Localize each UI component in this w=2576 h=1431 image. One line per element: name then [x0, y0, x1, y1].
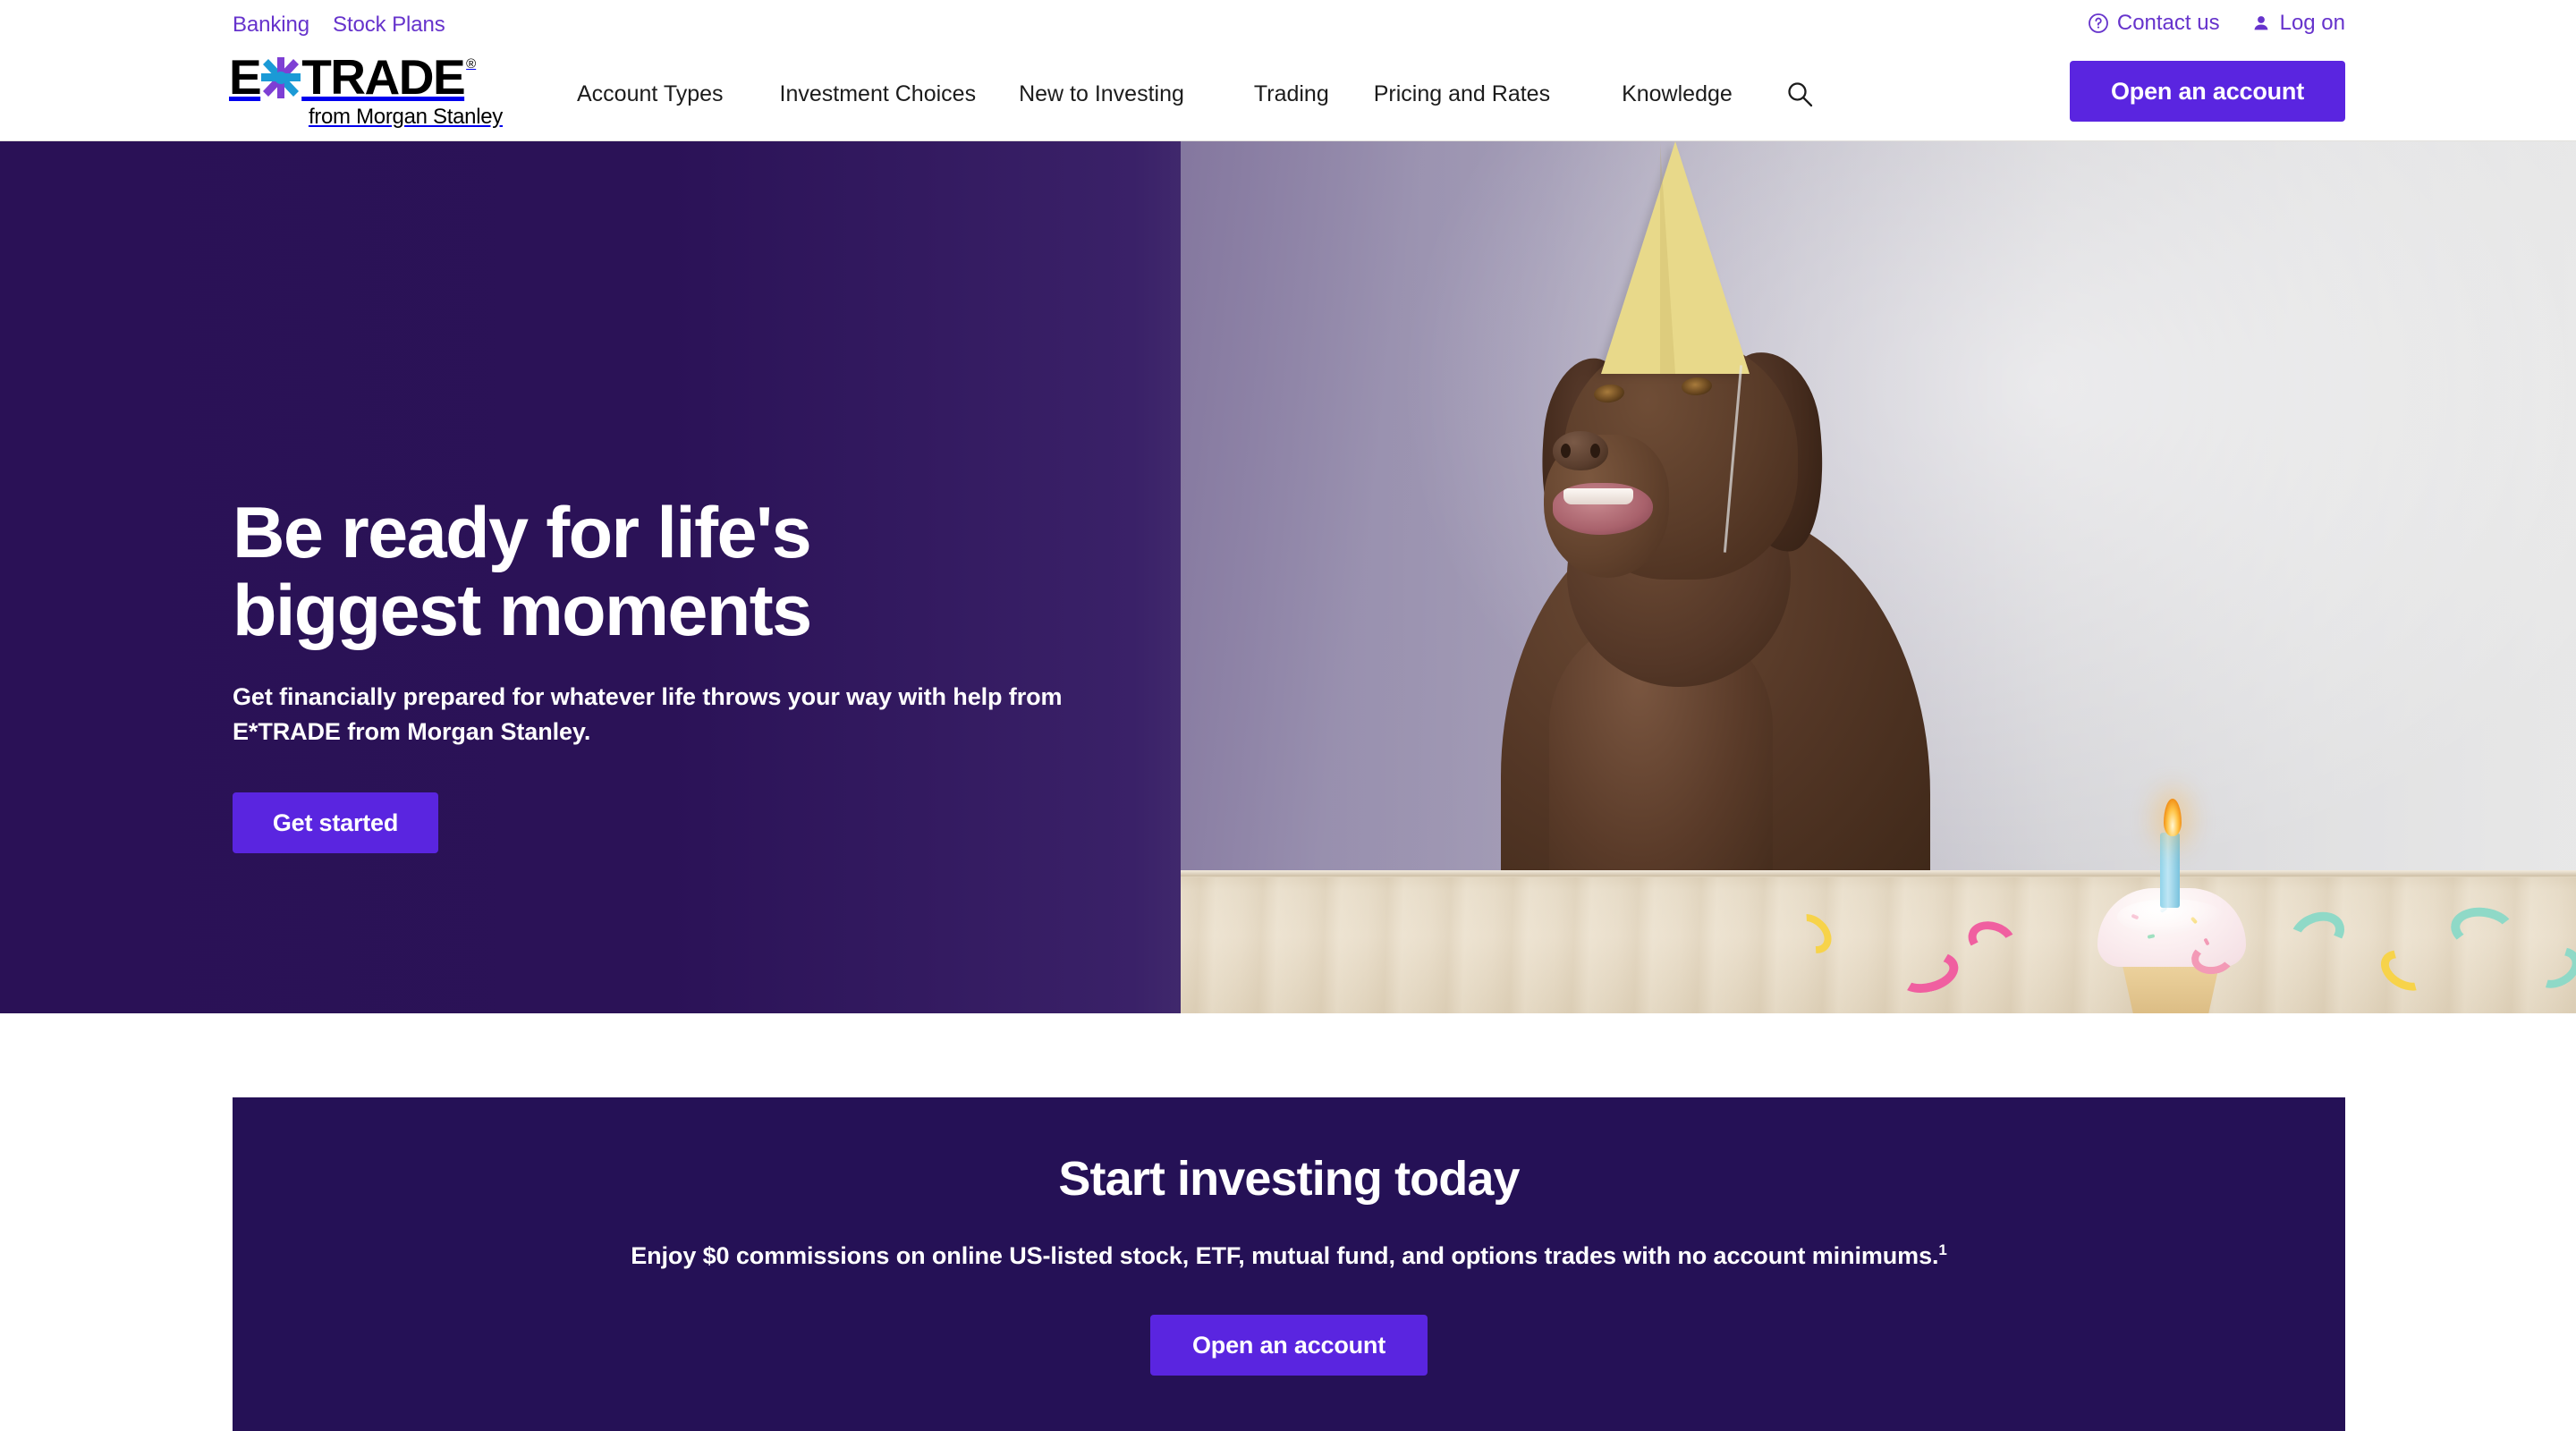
- dog-illustration: [1467, 141, 1968, 910]
- question-circle-icon: [2088, 13, 2109, 34]
- nav-item-knowledge[interactable]: Knowledge: [1622, 81, 1733, 107]
- utility-links-left: Banking Stock Plans: [233, 13, 445, 38]
- utility-bar: Banking Stock Plans Contact us Log on: [0, 0, 2576, 52]
- hero-banner: Be ready for life's biggest moments Get …: [0, 141, 2576, 1013]
- party-hat-shading: [1660, 143, 1675, 374]
- site-header: Banking Stock Plans Contact us Log on E …: [0, 0, 2576, 141]
- cta-section: Start investing today Enjoy $0 commissio…: [0, 1013, 2576, 1431]
- open-an-account-button-cta[interactable]: Open an account: [1150, 1315, 1428, 1376]
- asterisk-star-icon: [261, 57, 301, 98]
- utility-links-right: Contact us Log on: [2088, 11, 2345, 36]
- birthday-candle: [2160, 833, 2180, 908]
- dog-teeth: [1563, 488, 1633, 504]
- hero-subtitle: Get financially prepared for whatever li…: [233, 682, 1063, 746]
- start-investing-card: Start investing today Enjoy $0 commissio…: [233, 1097, 2345, 1431]
- cta-subtitle: Enjoy $0 commissions on online US-listed…: [233, 1241, 2345, 1270]
- cta-title: Start investing today: [1058, 1152, 1520, 1206]
- hero-image: [1181, 141, 2576, 1013]
- log-on-link[interactable]: Log on: [2250, 11, 2345, 36]
- logo-letter-trade: TRADE: [301, 49, 465, 105]
- hero-copy: Be ready for life's biggest moments Get …: [233, 493, 1127, 854]
- wooden-table: [1181, 870, 2576, 1013]
- nav-item-investment-choices[interactable]: Investment Choices: [780, 81, 977, 107]
- party-hat-icon: [1601, 141, 1750, 374]
- nav-item-account-types[interactable]: Account Types: [577, 81, 724, 107]
- search-icon: [1784, 82, 1815, 112]
- person-icon: [2250, 13, 2272, 34]
- contact-us-label: Contact us: [2116, 11, 2220, 35]
- utility-link-stock-plans[interactable]: Stock Plans: [333, 13, 445, 38]
- hero-title: Be ready for life's biggest moments: [233, 493, 1127, 652]
- nav-item-pricing-and-rates[interactable]: Pricing and Rates: [1374, 81, 1550, 107]
- registered-mark: ®: [466, 56, 477, 72]
- get-started-button[interactable]: Get started: [233, 792, 438, 854]
- search-button[interactable]: [1784, 79, 1815, 109]
- open-an-account-button-header[interactable]: Open an account: [2070, 61, 2345, 122]
- main-navigation: Account Types Investment Choices New to …: [577, 79, 1815, 109]
- logo-tagline: from Morgan Stanley: [308, 105, 503, 129]
- nav-item-new-to-investing[interactable]: New to Investing: [1019, 81, 1184, 107]
- cta-footnote-marker[interactable]: 1: [1938, 1241, 1946, 1258]
- hero-title-line1: Be ready for life's: [233, 493, 812, 573]
- hero-title-line2: biggest moments: [233, 571, 812, 652]
- log-on-label: Log on: [2279, 11, 2345, 35]
- logo-letter-e: E: [229, 49, 262, 105]
- etrade-logo[interactable]: E TRADE ® from Morgan Stanley: [229, 49, 506, 130]
- logo-wordmark: E TRADE ®: [229, 49, 506, 105]
- dog-nose: [1553, 431, 1608, 470]
- cta-subtitle-text: Enjoy $0 commissions on online US-listed…: [631, 1242, 1939, 1270]
- nav-item-trading[interactable]: Trading: [1254, 81, 1329, 107]
- contact-us-link[interactable]: Contact us: [2088, 11, 2220, 36]
- cupcake-icon: [2089, 799, 2258, 1013]
- utility-link-banking[interactable]: Banking: [233, 13, 309, 38]
